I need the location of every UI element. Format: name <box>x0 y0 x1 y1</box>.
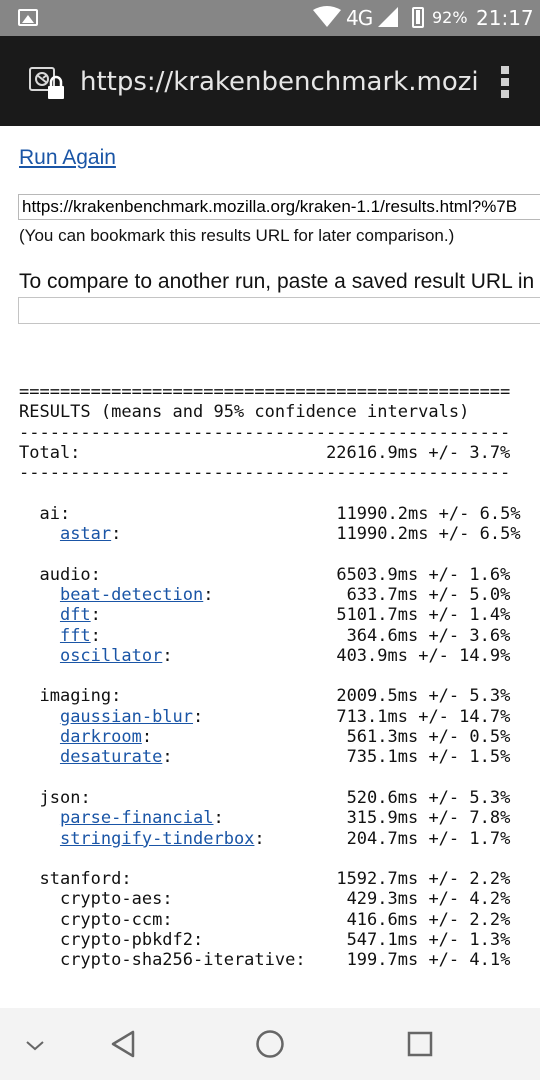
category-value: 520.6ms +/- 5.3% <box>336 787 511 808</box>
total-row: Total: 22616.9ms +/- 3.7% <box>19 443 521 463</box>
category-name: stanford <box>39 869 122 890</box>
category-name: imaging <box>39 686 112 707</box>
test-row: parse-financial: 315.9ms +/- 7.8% <box>59 808 511 829</box>
test-name-link[interactable]: stringify-tinderbox <box>60 829 254 849</box>
test-row: crypto-sha256-iterative: 199.7ms +/- 4.1… <box>59 950 511 971</box>
test-name-link[interactable]: oscillator <box>60 646 162 666</box>
test-row: desaturate: 735.1ms +/- 1.5% <box>59 747 511 768</box>
chevron-down-icon[interactable] <box>10 1022 60 1066</box>
test-name-link[interactable]: darkroom <box>60 727 142 747</box>
test-row: oscillator: 403.9ms +/- 14.9% <box>59 645 511 666</box>
results-url-field[interactable]: https://krakenbenchmark.mozilla.org/krak… <box>18 194 540 220</box>
test-value: 5101.7ms +/- 1.4% <box>336 605 511 626</box>
overflow-menu-icon[interactable] <box>494 62 516 102</box>
total-value: 22616.9ms +/- 3.7% <box>326 442 511 463</box>
test-row: beat-detection: 633.7ms +/- 5.0% <box>59 584 511 605</box>
test-name-link[interactable]: fft <box>60 626 91 646</box>
category-row: json: 520.6ms +/- 5.3% <box>39 787 511 808</box>
test-row: fft: 364.6ms +/- 3.6% <box>59 625 511 646</box>
test-name-link: crypto-sha256-iterative <box>59 950 296 971</box>
test-name-link[interactable]: astar <box>60 524 111 544</box>
test-name-link[interactable]: gaussian-blur <box>60 707 193 727</box>
test-name-link: crypto-pbkdf2 <box>59 930 194 951</box>
test-value: 429.3ms +/- 4.2% <box>336 889 511 910</box>
wifi-icon <box>313 6 341 27</box>
browser-toolbar: https://krakenbenchmark.mozil <box>0 36 540 126</box>
results-rule-bottom: ----------------------------------------… <box>19 463 511 484</box>
test-row: darkroom: 561.3ms +/- 0.5% <box>59 727 511 748</box>
compare-url-input[interactable] <box>18 297 540 324</box>
test-row: astar: 11990.2ms +/- 6.5% <box>59 524 521 545</box>
total-label: Total: <box>19 442 81 463</box>
category-value: 2009.5ms +/- 5.3% <box>336 686 511 707</box>
test-value: 315.9ms +/- 7.8% <box>336 808 511 829</box>
results-title: RESULTS (means and 95% confidence interv… <box>19 402 470 423</box>
network-type: 4G <box>346 6 373 30</box>
battery-level: 92% <box>432 8 468 27</box>
test-value: 633.7ms +/- 5.0% <box>336 584 511 605</box>
clock: 21:17 <box>476 6 534 30</box>
test-row: crypto-aes: 429.3ms +/- 4.2% <box>59 889 511 910</box>
test-name-link[interactable]: parse-financial <box>60 808 214 828</box>
test-row: crypto-pbkdf2: 547.1ms +/- 1.3% <box>59 930 511 951</box>
back-icon[interactable] <box>98 1022 148 1066</box>
test-row: gaussian-blur: 713.1ms +/- 14.7% <box>59 706 511 727</box>
results-rule-top: ========================================… <box>19 382 511 402</box>
results-block: ========================================… <box>19 382 521 971</box>
home-icon[interactable] <box>245 1022 295 1066</box>
test-name-link[interactable]: desaturate <box>60 747 162 767</box>
category-row: stanford: 1592.7ms +/- 2.2% <box>39 869 511 890</box>
test-name-link: crypto-aes <box>59 889 163 910</box>
bookmark-note: (You can bookmark this results URL for l… <box>19 226 455 245</box>
run-again-link[interactable]: Run Again <box>19 146 116 170</box>
category-row: ai: 11990.2ms +/- 6.5% <box>39 503 521 524</box>
category-name: ai <box>39 503 60 524</box>
status-bar: 4G 92% 21:17 <box>0 0 540 36</box>
category-row: audio: 6503.9ms +/- 1.6% <box>39 564 511 585</box>
category-value: 11990.2ms +/- 6.5% <box>336 503 521 524</box>
site-security-icon[interactable] <box>28 66 68 102</box>
test-value: 561.3ms +/- 0.5% <box>336 727 511 748</box>
test-name-link: crypto-ccm <box>59 909 163 930</box>
test-value: 364.6ms +/- 3.6% <box>336 625 511 646</box>
test-value: 11990.2ms +/- 6.5% <box>336 524 521 545</box>
recents-icon[interactable] <box>395 1022 445 1066</box>
test-value: 416.6ms +/- 2.2% <box>336 909 511 930</box>
page-content: Run Again https://krakenbenchmark.mozill… <box>0 126 540 1026</box>
test-value: 403.9ms +/- 14.9% <box>336 645 511 666</box>
test-row: crypto-ccm: 416.6ms +/- 2.2% <box>59 909 511 930</box>
category-name: json <box>39 787 81 808</box>
url-bar[interactable]: https://krakenbenchmark.mozil <box>80 64 480 100</box>
category-row: imaging: 2009.5ms +/- 5.3% <box>39 686 511 707</box>
category-name: audio <box>39 564 91 585</box>
test-value: 199.7ms +/- 4.1% <box>336 950 511 971</box>
test-value: 547.1ms +/- 1.3% <box>336 930 511 951</box>
category-value: 1592.7ms +/- 2.2% <box>336 869 511 890</box>
test-value: 735.1ms +/- 1.5% <box>336 747 511 768</box>
gallery-notification-icon <box>18 9 38 26</box>
results-rule-mid: ----------------------------------------… <box>19 422 511 443</box>
test-value: 204.7ms +/- 1.7% <box>336 828 511 849</box>
test-value: 713.1ms +/- 14.7% <box>336 706 511 727</box>
test-row: dft: 5101.7ms +/- 1.4% <box>59 605 511 626</box>
category-value: 6503.9ms +/- 1.6% <box>336 564 511 585</box>
compare-instructions: To compare to another run, paste a saved… <box>19 270 535 293</box>
test-name-link[interactable]: dft <box>60 605 91 625</box>
battery-icon <box>412 7 424 28</box>
test-name-link[interactable]: beat-detection <box>60 585 203 605</box>
test-row: stringify-tinderbox: 204.7ms +/- 1.7% <box>59 828 511 849</box>
cell-signal-icon <box>378 7 398 27</box>
navigation-bar <box>0 1008 540 1080</box>
